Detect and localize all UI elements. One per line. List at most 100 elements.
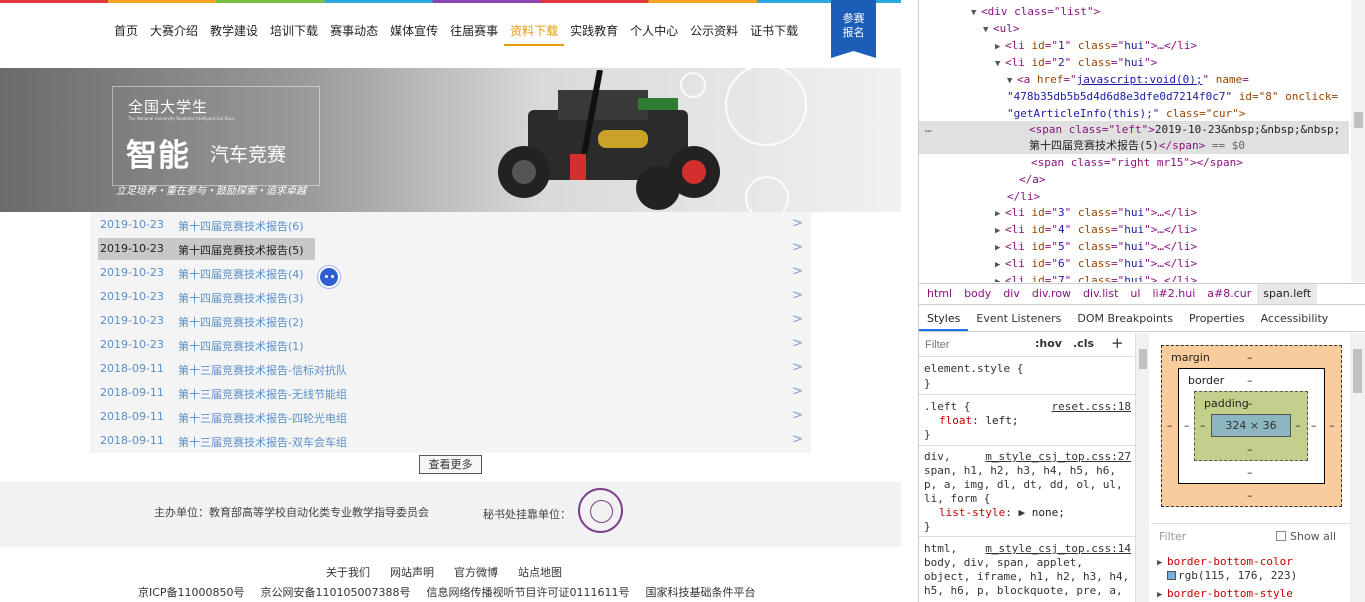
boxmodel-scrollbar[interactable] xyxy=(1350,333,1365,602)
computed-prop-border-bottom-color[interactable]: ▶ border-bottom-color xyxy=(1157,555,1293,568)
margin-right-value[interactable]: – xyxy=(1329,419,1335,432)
margin-left-value[interactable]: – xyxy=(1167,419,1173,432)
breadcrumb-item[interactable]: span.left xyxy=(1257,284,1318,304)
signup-button[interactable]: 参赛 报名 xyxy=(831,0,876,58)
nav-item[interactable]: 个人中心 xyxy=(624,16,684,46)
rule-declaration[interactable]: list-style: ▶ none; xyxy=(939,506,1065,520)
href-link[interactable]: javascript:void(0); xyxy=(1077,73,1203,86)
computed-filter-input[interactable]: Filter xyxy=(1159,530,1186,543)
rule-selector[interactable]: element.style { xyxy=(924,362,1023,376)
chevron-right-icon[interactable]: > xyxy=(792,312,803,327)
breadcrumb-item[interactable]: li#2.hui xyxy=(1146,284,1201,304)
breadcrumb-item[interactable]: body xyxy=(958,284,997,304)
hover-state-toggle[interactable]: :hov xyxy=(1035,337,1062,350)
margin-bottom-value[interactable]: – xyxy=(1247,489,1253,502)
nav-item[interactable]: 媒体宣传 xyxy=(384,16,444,46)
new-rule-button[interactable]: + xyxy=(1111,334,1124,352)
node-actions-icon[interactable]: … xyxy=(925,121,932,137)
chevron-right-icon[interactable]: > xyxy=(792,288,803,303)
chevron-right-icon[interactable]: > xyxy=(792,336,803,351)
nav-item[interactable]: 培训下载 xyxy=(264,16,324,46)
list-item[interactable]: 2018-09-11 第十三届竞赛技术报告-信标对抗队 > xyxy=(90,356,811,380)
tab-event-listeners[interactable]: Event Listeners xyxy=(968,306,1069,331)
nav-item[interactable]: 首页 xyxy=(108,16,144,46)
expand-triangle-icon[interactable]: ▼ xyxy=(995,56,1005,72)
list-item[interactable]: 2019-10-23 第十四届竞赛技术报告(4) > xyxy=(90,260,811,284)
computed-prop-border-bottom-style[interactable]: ▶ border-bottom-style xyxy=(1157,587,1293,600)
expand-triangle-icon[interactable]: ▼ xyxy=(1007,73,1017,89)
dom-node-span-left-text[interactable]: 第十四届竞赛技术报告(5)</span> == $0 xyxy=(1029,138,1245,154)
dom-node-span-left[interactable]: <span class="left">2019-10-23&nbsp;&nbsp… xyxy=(1029,122,1340,138)
list-item[interactable]: 2019-10-23 第十四届竞赛技术报告(1) > xyxy=(90,332,811,356)
dom-node-li-3[interactable]: ▶ <li id="3" class="hui">…</li> xyxy=(995,205,1197,221)
collapse-triangle-icon[interactable]: ▶ xyxy=(995,274,1005,282)
article-title[interactable]: 第十四届竞赛技术报告(4) xyxy=(178,266,304,282)
list-item[interactable]: 2018-09-11 第十三届竞赛技术报告-双车会车组 > xyxy=(90,428,811,452)
checkbox-icon[interactable] xyxy=(1276,531,1286,541)
scroll-thumb[interactable] xyxy=(1353,349,1362,393)
styles-filter-input[interactable] xyxy=(925,337,1025,353)
breadcrumb-item[interactable]: div.row xyxy=(1026,284,1077,304)
nav-item[interactable]: 公示资料 xyxy=(684,16,744,46)
breadcrumb-item[interactable]: ul xyxy=(1124,284,1146,304)
border-top-value[interactable]: – xyxy=(1247,374,1253,387)
dom-node-li-5[interactable]: ▶ <li id="5" class="hui">…</li> xyxy=(995,239,1197,255)
view-more-button[interactable]: 查看更多 xyxy=(419,455,482,474)
dom-node-a-line-1[interactable]: ▼ <a href="javascript:void(0);" name= xyxy=(1007,72,1249,88)
breadcrumb-item[interactable]: a#8.cur xyxy=(1201,284,1257,304)
list-item[interactable]: 2019-10-23 第十四届竞赛技术报告(6) > xyxy=(90,212,811,236)
border-right-value[interactable]: – xyxy=(1311,419,1317,432)
list-item[interactable]: 2019-10-23 第十四届竞赛技术报告(5) > xyxy=(90,236,811,260)
dom-node-span-right[interactable]: <span class="right mr15"></span> xyxy=(1031,155,1243,171)
expand-triangle-icon[interactable]: ▼ xyxy=(971,5,981,21)
tab-styles[interactable]: Styles xyxy=(919,306,969,331)
padding-bottom-value[interactable]: – xyxy=(1247,443,1253,456)
chevron-right-icon[interactable]: > xyxy=(792,408,803,423)
dom-node-li-4[interactable]: ▶ <li id="4" class="hui">…</li> xyxy=(995,222,1197,238)
list-item[interactable]: 2018-09-11 第十三届竞赛技术报告-无线节能组 > xyxy=(90,380,811,404)
chevron-right-icon[interactable]: > xyxy=(792,360,803,375)
collapse-triangle-icon[interactable]: ▶ xyxy=(995,257,1005,273)
breadcrumb-item[interactable]: html xyxy=(921,284,958,304)
color-swatch-icon[interactable] xyxy=(1167,571,1176,580)
collapse-triangle-icon[interactable]: ▶ xyxy=(1157,558,1167,568)
padding-right-value[interactable]: – xyxy=(1295,419,1301,432)
footer-link[interactable]: 网站声明 xyxy=(390,564,434,580)
nav-item[interactable]: 往届赛事 xyxy=(444,16,504,46)
nav-item[interactable]: 实践教育 xyxy=(564,16,624,46)
padding-left-value[interactable]: – xyxy=(1200,419,1206,432)
chevron-right-icon[interactable]: > xyxy=(792,216,803,231)
styles-scrollbar[interactable] xyxy=(1135,333,1149,602)
collapse-triangle-icon[interactable]: ▶ xyxy=(1157,590,1167,600)
padding-top-value[interactable]: – xyxy=(1247,397,1253,410)
collapse-triangle-icon[interactable]: ▶ xyxy=(995,39,1005,55)
list-item[interactable]: 2019-10-23 第十四届竞赛技术报告(2) > xyxy=(90,308,811,332)
show-all-checkbox[interactable]: Show all xyxy=(1276,530,1336,543)
article-title[interactable]: 第十三届竞赛技术报告-无线节能组 xyxy=(178,386,347,402)
article-title[interactable]: 第十四届竞赛技术报告(2) xyxy=(178,314,304,330)
elements-scrollbar[interactable] xyxy=(1351,0,1365,282)
dom-node-li-7[interactable]: ▶ <li id="7" class="hui">…</li> xyxy=(995,273,1197,282)
dom-node-li-2[interactable]: ▼ <li id="2" class="hui"> xyxy=(995,55,1157,71)
footer-link[interactable]: 官方微博 xyxy=(454,564,498,580)
article-title[interactable]: 第十三届竞赛技术报告-信标对抗队 xyxy=(178,362,347,378)
tab-dom-breakpoints[interactable]: DOM Breakpoints xyxy=(1069,306,1181,331)
rule-declaration[interactable]: float: left; xyxy=(939,414,1019,428)
nav-item[interactable]: 赛事动态 xyxy=(324,16,384,46)
dom-node-li-6[interactable]: ▶ <li id="6" class="hui">…</li> xyxy=(995,256,1197,272)
article-title[interactable]: 第十三届竞赛技术报告-四轮光电组 xyxy=(178,410,347,426)
breadcrumb-item[interactable]: div xyxy=(997,284,1026,304)
dom-node-ul[interactable]: ▼ <ul> xyxy=(983,21,1020,37)
dom-node-li-1[interactable]: ▶ <li id="1" class="hui">…</li> xyxy=(995,38,1197,54)
collapse-triangle-icon[interactable]: ▶ xyxy=(995,240,1005,256)
dom-node-div-list[interactable]: ▼ <div class="list"> xyxy=(971,4,1100,20)
article-title[interactable]: 第十四届竞赛技术报告(1) xyxy=(178,338,304,354)
class-toggle[interactable]: .cls xyxy=(1073,337,1094,350)
tab-accessibility[interactable]: Accessibility xyxy=(1253,306,1337,331)
footer-link[interactable]: 站点地图 xyxy=(518,564,562,580)
footer-link[interactable]: 关于我们 xyxy=(326,564,370,580)
breadcrumb-item[interactable]: div.list xyxy=(1077,284,1124,304)
article-title[interactable]: 第十四届竞赛技术报告(6) xyxy=(178,218,304,234)
collapse-triangle-icon[interactable]: ▶ xyxy=(995,206,1005,222)
nav-item[interactable]: 大赛介绍 xyxy=(144,16,204,46)
